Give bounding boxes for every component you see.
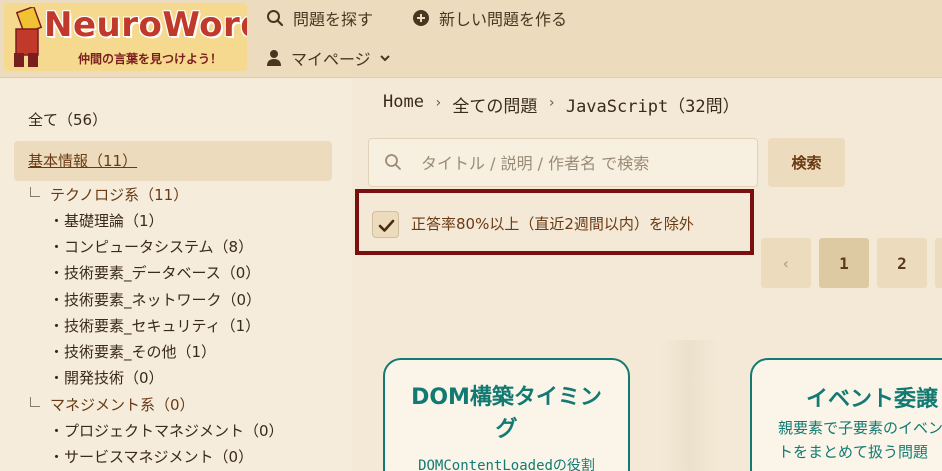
category-item[interactable]: ・技術要素_セキュリティ（1） <box>49 315 260 336</box>
category-sidebar: 全て（56） 基本情報（11） テクノロジ系（11） ・基礎理論（1） ・コンピ… <box>0 79 352 471</box>
category-all[interactable]: 全て（56） <box>28 109 107 130</box>
category-item[interactable]: ・基礎理論（1） <box>49 210 164 231</box>
nav-mypage[interactable]: マイページ <box>266 46 391 70</box>
category-item[interactable]: ・コンピュータシステム（8） <box>49 236 253 257</box>
breadcrumb-home[interactable]: Home <box>383 92 424 117</box>
category-item[interactable]: ・技術要素_データベース（0） <box>49 262 260 283</box>
exclude-filter-checkbox[interactable] <box>372 211 399 238</box>
nav-new-label: 新しい問題を作る <box>439 10 568 29</box>
problem-card[interactable]: イベント委譲 親要素で子要素のイベン トをまとめて扱う問題 <box>750 358 942 471</box>
problem-card-description: DOMContentLoadedの役割 <box>418 458 595 471</box>
exclude-filter-highlight: 正答率80%以上（直近2週間以内）を除外 <box>355 189 754 255</box>
category-management[interactable]: マネジメント系（0） <box>30 394 195 415</box>
category-technology-label: テクノロジ系（11） <box>50 186 189 204</box>
search-input[interactable] <box>421 151 741 175</box>
plus-circle-icon <box>413 10 429 26</box>
breadcrumb: Home › 全ての問題 › JavaScript（32問） <box>383 92 740 117</box>
logo-subtitle: 仲間の言葉を見つけよう！ <box>78 52 223 66</box>
category-basic-info[interactable]: 基本情報（11） <box>14 141 332 181</box>
problem-card-description: 親要素で子要素のイベン トをまとめて扱う問題 <box>778 419 942 461</box>
checkmark-icon <box>378 219 395 232</box>
search-icon <box>385 154 401 170</box>
category-technology[interactable]: テクノロジ系（11） <box>30 184 188 205</box>
breadcrumb-current: JavaScript（32問） <box>565 97 740 117</box>
category-item[interactable]: ・開発技術（0） <box>49 367 164 388</box>
breadcrumb-separator: › <box>547 95 556 111</box>
user-icon <box>267 50 281 66</box>
nav-new-problem[interactable]: 新しい問題を作る <box>412 6 567 30</box>
breadcrumb-separator: › <box>433 95 443 111</box>
exclude-filter-label[interactable]: 正答率80%以上（直近2週間以内）を除外 <box>411 213 694 234</box>
search-box <box>368 138 758 187</box>
problem-card[interactable]: DOM構築タイミング DOMContentLoadedの役割 <box>383 358 630 471</box>
breadcrumb-all-problems[interactable]: 全ての問題 <box>452 92 537 117</box>
chevron-down-icon <box>379 55 390 62</box>
problem-card-title: イベント委譲 <box>806 387 939 412</box>
pagination-next-partial[interactable] <box>935 238 942 288</box>
category-item[interactable]: ・技術要素_その他（1） <box>49 341 216 362</box>
tree-corner-icon <box>30 187 40 197</box>
problem-card-title: DOM構築タイミング <box>411 385 602 442</box>
category-management-label: マネジメント系（0） <box>50 396 195 414</box>
search-button[interactable]: 検索 <box>768 138 845 187</box>
pagination-prev[interactable]: ‹ <box>761 238 811 288</box>
nav-search-label: 問題を探す <box>293 10 374 29</box>
card-shadow <box>660 340 720 471</box>
search-icon <box>267 10 284 27</box>
nav-mypage-label: マイページ <box>291 50 371 69</box>
pagination-page-2[interactable]: 2 <box>877 238 927 288</box>
logo-title: NeuroWord <box>44 5 247 45</box>
logo[interactable]: NeuroWord 仲間の言葉を見つけよう！ <box>4 3 247 71</box>
logo-figure-icon <box>14 7 43 67</box>
tree-corner-icon <box>30 397 40 407</box>
category-item[interactable]: ・サービスマネジメント（0） <box>49 446 253 467</box>
category-basic-info-label: 基本情報（11） <box>28 152 138 170</box>
category-item[interactable]: ・技術要素_ネットワーク（0） <box>49 289 261 310</box>
pagination-page-1[interactable]: 1 <box>819 238 869 288</box>
header: NeuroWord 仲間の言葉を見つけよう！ 問題を探す 新しい問題を作る マイ… <box>0 0 942 78</box>
nav-search-problems[interactable]: 問題を探す <box>266 6 373 30</box>
category-item[interactable]: ・プロジェクトマネジメント（0） <box>49 420 284 441</box>
